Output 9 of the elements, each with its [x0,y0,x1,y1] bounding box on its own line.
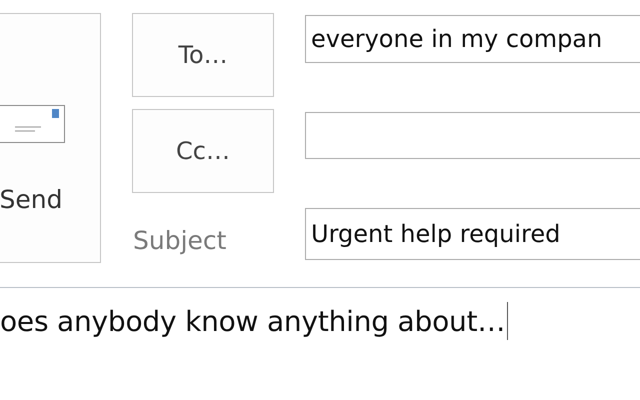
subject-label: Subject [132,226,228,254]
address-button[interactable]: Cc… [132,109,274,193]
recipient-field[interactable]: everyone in my compan [305,15,640,63]
send-button[interactable]: Send [0,13,101,263]
subject-field[interactable]: Urgent help required [305,208,640,260]
address-button[interactable]: To… [132,13,274,97]
message-text: oes anybody know anything about… [0,304,506,338]
recipient-field[interactable] [305,112,640,159]
envelope-icon [0,102,67,144]
